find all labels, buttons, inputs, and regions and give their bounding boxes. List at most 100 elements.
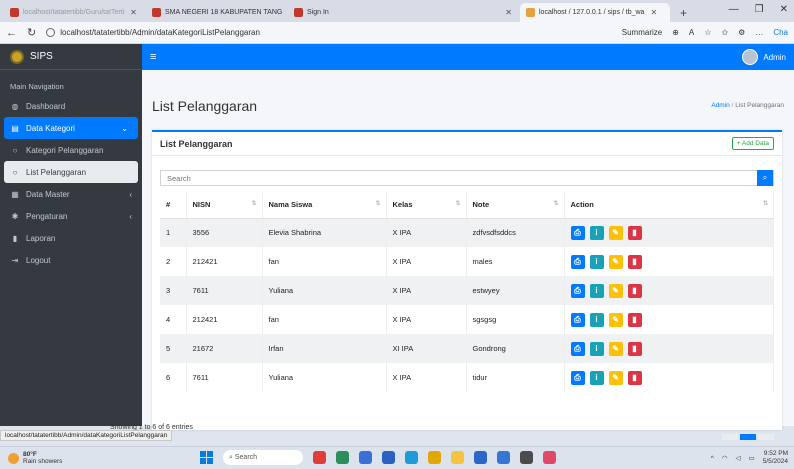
new-tab-button[interactable]: +: [672, 3, 695, 22]
print-button[interactable]: ⎙: [570, 283, 585, 298]
info-button[interactable]: i: [589, 341, 604, 356]
breadcrumb-home[interactable]: Admin: [711, 102, 729, 109]
copilot-button[interactable]: Cha: [773, 28, 788, 37]
print-button[interactable]: ⎙: [570, 341, 585, 356]
browser-tab[interactable]: SMA NEGERI 18 KABUPATEN TANG✕: [146, 3, 286, 22]
refresh-icon[interactable]: ↻: [27, 26, 36, 39]
column-header[interactable]: Note ⇅: [466, 192, 565, 219]
cell-note: sgsgsg: [466, 305, 565, 334]
weather-widget[interactable]: 80°F Rain showers: [0, 451, 62, 465]
app-icon[interactable]: [313, 451, 326, 464]
browser-tab[interactable]: Sign In ✕: [288, 3, 518, 22]
sidebar-item-dashboard[interactable]: ◍ Dashboard: [0, 95, 142, 117]
edit-button[interactable]: ✎: [608, 370, 623, 385]
user-menu[interactable]: Admin: [742, 49, 786, 65]
sidebar-item-kategori-pelanggaran[interactable]: ○ Kategori Pelanggaran: [0, 139, 142, 161]
print-button[interactable]: ⎙: [570, 312, 585, 327]
column-header[interactable]: NISN ⇅: [186, 192, 263, 219]
chevron-up-icon[interactable]: ^: [711, 455, 714, 462]
menu-icon[interactable]: ≡: [150, 51, 156, 63]
delete-button[interactable]: ▮: [627, 225, 642, 240]
browser-actions: Summarize ⊕ A ☆ ✩ ⚙ … Cha: [622, 28, 788, 37]
summarize-button[interactable]: Summarize: [622, 28, 662, 37]
close-icon[interactable]: ✕: [130, 8, 137, 17]
print-button[interactable]: ⎙: [570, 370, 585, 385]
chrome-icon[interactable]: [428, 451, 441, 464]
app-icon[interactable]: [336, 451, 349, 464]
app-icon[interactable]: [520, 451, 533, 464]
info-button[interactable]: i: [589, 312, 604, 327]
file-explorer-icon[interactable]: [359, 451, 372, 464]
vscode-icon[interactable]: [382, 451, 395, 464]
edit-button[interactable]: ✎: [608, 341, 623, 356]
sidebar: SIPS Main Navigation ◍ Dashboard ▤ Data Ka…: [0, 44, 142, 426]
minimize-icon[interactable]: —: [729, 4, 739, 15]
brand[interactable]: SIPS: [0, 44, 142, 70]
edit-button[interactable]: ✎: [608, 283, 623, 298]
windows-start-icon[interactable]: [200, 451, 213, 464]
wifi-icon[interactable]: ◠: [722, 454, 728, 462]
search-input[interactable]: [161, 171, 757, 185]
print-button[interactable]: ⎙: [570, 254, 585, 269]
search-button[interactable]: ⌕: [757, 170, 773, 186]
gear-icon: ✱: [11, 211, 19, 221]
table-row: 4 212421 fan X IPA sgsgsg ⎙ i ✎ ▮: [160, 305, 774, 334]
top-navbar: ≡ Admin: [142, 44, 794, 70]
info-button[interactable]: i: [589, 370, 604, 385]
delete-button[interactable]: ▮: [627, 312, 642, 327]
zoom-icon[interactable]: ⊕: [672, 28, 679, 37]
close-window-icon[interactable]: ✕: [780, 4, 788, 15]
extensions-icon[interactable]: ⚙: [738, 28, 745, 37]
info-button[interactable]: i: [589, 254, 604, 269]
delete-button[interactable]: ▮: [627, 254, 642, 269]
system-tray: ^ ◠ ◁ ▭ 9:52 PM 5/5/2024: [711, 450, 788, 466]
battery-icon[interactable]: ▭: [749, 454, 755, 462]
edit-button[interactable]: ✎: [608, 225, 623, 240]
back-icon[interactable]: ←: [6, 27, 17, 39]
favorites-icon[interactable]: ✩: [721, 28, 728, 37]
page-prev[interactable]: [722, 434, 738, 440]
column-header[interactable]: Nama Siswa ⇅: [262, 192, 387, 219]
delete-button[interactable]: ▮: [627, 341, 642, 356]
info-icon[interactable]: [46, 28, 56, 37]
edit-button[interactable]: ✎: [608, 312, 623, 327]
info-button[interactable]: i: [589, 283, 604, 298]
clock[interactable]: 9:52 PM 5/5/2024: [763, 450, 788, 466]
sidebar-item-pengaturan[interactable]: ✱ Pengaturan ‹: [0, 205, 142, 227]
favorite-icon[interactable]: ☆: [704, 28, 711, 37]
sidebar-item-data-master[interactable]: ▦ Data Master ‹: [0, 183, 142, 205]
app-icon[interactable]: [543, 451, 556, 464]
cell-no: 5: [160, 334, 187, 363]
column-header[interactable]: Action ⇅: [564, 192, 774, 219]
sidebar-item-data-kategori[interactable]: ▤ Data Kategori ⌄: [4, 117, 138, 139]
folder-icon[interactable]: [451, 451, 464, 464]
url-field[interactable]: localhost/tatatertibb/Admin/dataKategori…: [46, 25, 622, 41]
close-icon[interactable]: ✕: [505, 8, 512, 17]
taskbar-search[interactable]: ⌕ Search: [223, 450, 303, 465]
column-header[interactable]: Kelas ⇅: [386, 192, 467, 219]
mail-icon[interactable]: [497, 451, 510, 464]
store-icon[interactable]: [474, 451, 487, 464]
add-data-button[interactable]: + Add Data: [731, 137, 774, 150]
action-buttons: ⎙ i ✎ ▮: [570, 283, 768, 298]
browser-tab[interactable]: localhost/tatatertibb/Guru/tatTerti ✕: [4, 3, 144, 22]
sidebar-item-list-pelanggaran[interactable]: ○ List Pelanggaran: [4, 161, 138, 183]
sidebar-item-laporan[interactable]: ▮ Laporan: [0, 227, 142, 249]
read-aloud-icon[interactable]: A: [689, 28, 694, 37]
more-icon[interactable]: …: [755, 28, 763, 37]
column-header[interactable]: #: [160, 192, 187, 219]
print-button[interactable]: ⎙: [570, 225, 585, 240]
maximize-icon[interactable]: ❐: [755, 4, 764, 15]
delete-button[interactable]: ▮: [627, 283, 642, 298]
edit-button[interactable]: ✎: [608, 254, 623, 269]
edge-icon[interactable]: [405, 451, 418, 464]
browser-tab-active[interactable]: localhost / 127.0.0.1 / sips / tb_wa ✕: [520, 3, 670, 22]
volume-icon[interactable]: ◁: [736, 454, 741, 462]
sidebar-item-logout[interactable]: ⇥ Logout: [0, 249, 142, 271]
page-current[interactable]: [740, 434, 756, 440]
delete-button[interactable]: ▮: [627, 370, 642, 385]
sort-icon: ⇅: [251, 201, 257, 208]
close-icon[interactable]: ✕: [650, 8, 657, 17]
page-next[interactable]: [758, 434, 774, 440]
info-button[interactable]: i: [589, 225, 604, 240]
